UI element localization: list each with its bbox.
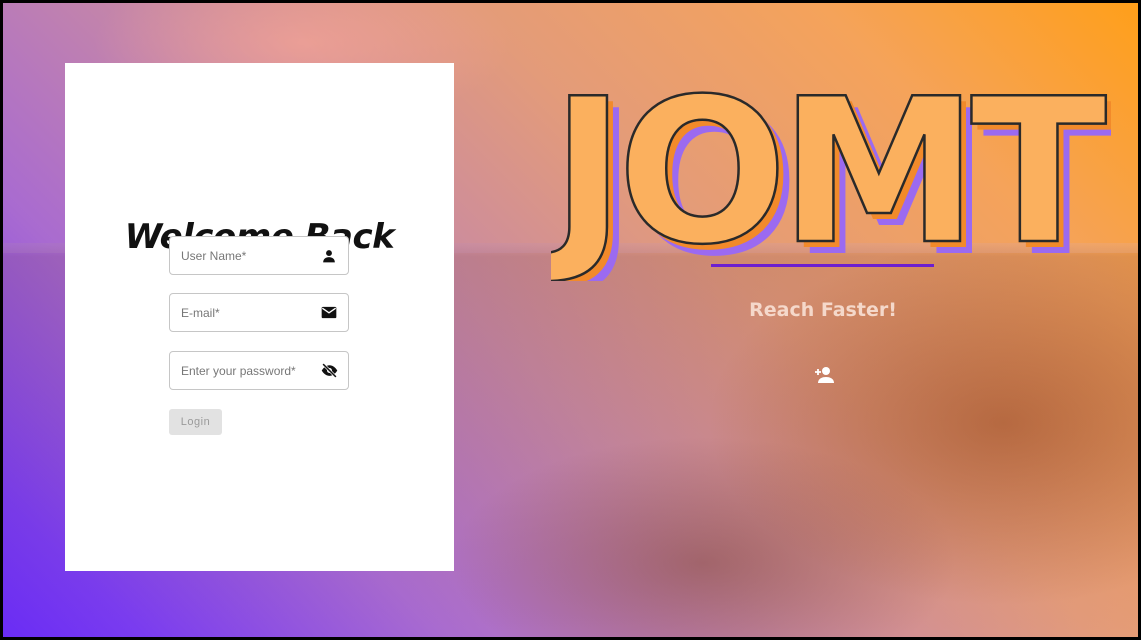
password-field[interactable] (169, 351, 349, 390)
jomt-logo: JOMT JOMT JOMT (551, 55, 1111, 281)
tagline: Reach Faster! (749, 299, 897, 321)
login-button[interactable]: Login (169, 409, 222, 435)
login-card: Welcome Back Login (65, 63, 454, 571)
add-user-icon[interactable] (814, 366, 834, 384)
username-field[interactable] (169, 236, 349, 275)
username-input[interactable] (181, 248, 320, 263)
brand-underline (711, 264, 934, 267)
email-field[interactable] (169, 293, 349, 332)
envelope-icon (320, 304, 338, 322)
login-page: Welcome Back Login JOMT JOMT JOMT (0, 0, 1141, 640)
password-input[interactable] (181, 363, 320, 378)
eye-off-icon[interactable] (320, 362, 338, 380)
logo-text: JOMT (551, 56, 1106, 281)
email-input[interactable] (181, 305, 320, 320)
person-icon (320, 247, 338, 265)
